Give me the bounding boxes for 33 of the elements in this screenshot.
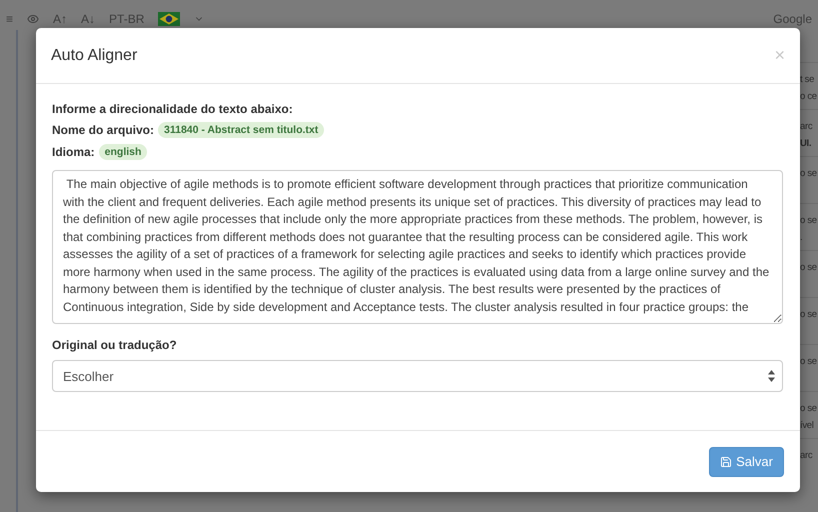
file-label: Nome do arquivo: <box>52 123 154 137</box>
row-text: o se <box>800 402 818 416</box>
row-text: ível <box>800 419 815 433</box>
text-area[interactable]: The main objective of agile methods is to promote efficient software development through practices that prioritize communication with the client and frequent deliveries. Each agile method presents its unique set of practices. This diversity of practices may lead to the definition of new agile processes that include only the more appropriate practices from these methods. The problem, however, is that combining practices from different methods does not guarantee that the resulting process can be considered agile. This work assesses the agility of a set of practices of a framework for selecting agile practices and seeks to identify which practices provide more harmony when used in the same process. The agility of the practices is evaluated using data from a large online survey and the harmony between them is identified by the technique of cluster analysis. The best results were presented by the practices of Continuous integration, Side by side development and Acceptance tests. The cluster analysis resulted in four practice groups: the <box>52 170 783 324</box>
dialog-title: Auto Aligner <box>51 46 138 64</box>
row-text: o se <box>800 214 818 228</box>
font-increase-button[interactable]: A↑ <box>53 12 68 26</box>
row-text: arc <box>800 449 814 463</box>
save-button[interactable]: Salvar <box>709 446 784 476</box>
direction-select[interactable]: Escolher <box>52 360 783 392</box>
row-text: o se <box>800 308 818 322</box>
row-text: o ce <box>800 90 818 104</box>
row-text: arc <box>800 120 814 134</box>
instruction-text: Informe a direcionalidade do texto abaixo: <box>52 102 294 116</box>
row-text: t se <box>800 73 816 87</box>
row-text: . <box>800 231 804 245</box>
row-text: o se <box>800 261 818 275</box>
language-label[interactable]: PT-BR <box>109 12 144 26</box>
row-text: o se <box>800 167 818 181</box>
save-icon <box>720 456 732 468</box>
eye-icon[interactable] <box>27 13 40 25</box>
close-button[interactable]: × <box>774 45 785 66</box>
direction-label: Original ou tradução? <box>52 338 178 352</box>
flag-icon <box>158 12 180 26</box>
language-name: english <box>98 144 148 160</box>
language-label: Idioma: <box>52 145 95 159</box>
row-text: o se <box>800 355 818 369</box>
file-name: 311840 - Abstract sem titulo.txt <box>158 122 324 138</box>
menu-icon[interactable]: ≡ <box>6 12 14 26</box>
google-link[interactable]: Google <box>773 12 812 26</box>
select-arrows-icon <box>768 370 775 382</box>
font-decrease-button[interactable]: A↓ <box>81 12 96 26</box>
row-text: UI. <box>800 137 812 151</box>
